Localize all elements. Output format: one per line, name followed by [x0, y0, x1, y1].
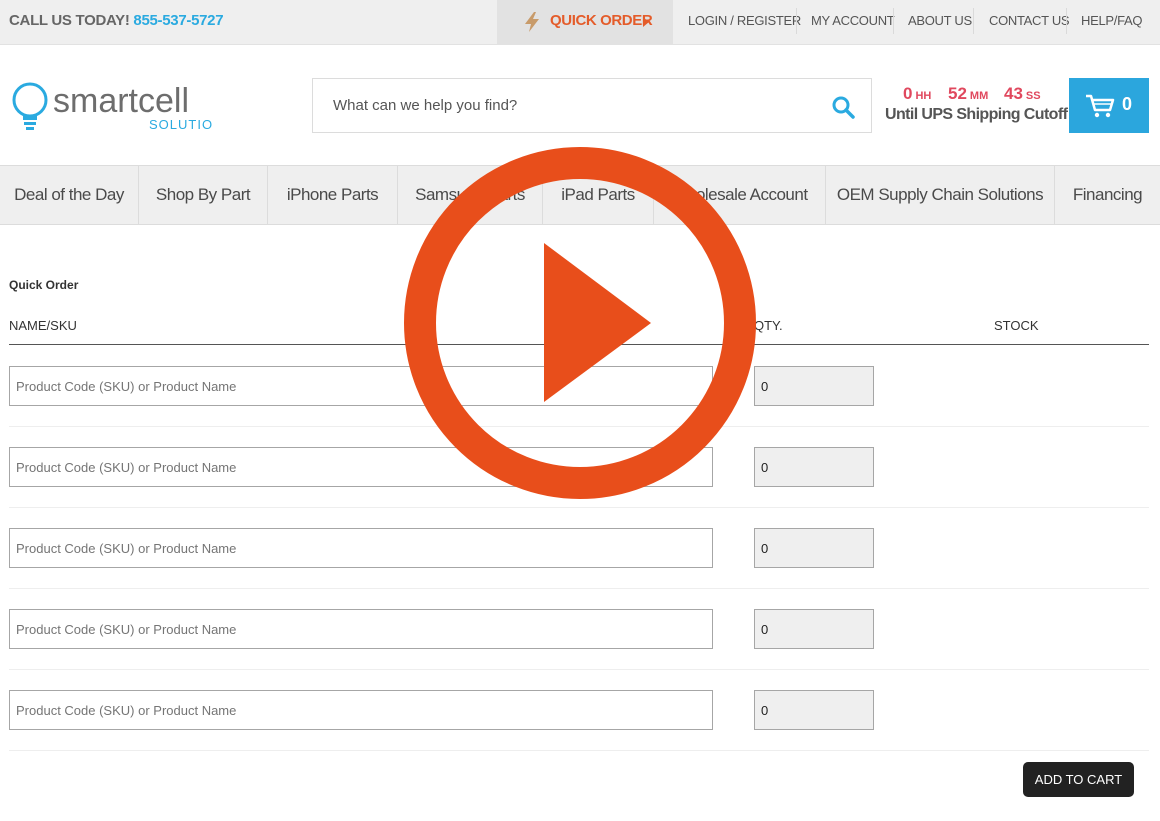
sku-input[interactable] [9, 528, 713, 568]
nav-oem-supply-chain[interactable]: OEM Supply Chain Solutions [826, 166, 1055, 224]
cart-button[interactable]: 0 [1069, 78, 1149, 133]
cart-icon [1086, 94, 1115, 118]
minutes-unit: MM [969, 90, 989, 102]
cart-count: 0 [1122, 94, 1133, 114]
help-faq-link[interactable]: HELP/FAQ [1081, 13, 1142, 28]
qty-input[interactable] [754, 366, 874, 406]
logo-wordmark: smartcell [53, 82, 189, 120]
call-us-label: CALL US TODAY! [9, 12, 130, 29]
seconds-value: 43 [1004, 84, 1023, 103]
qty-input[interactable] [754, 447, 874, 487]
stock-header: STOCK [994, 318, 1039, 333]
hours-unit: HH [915, 90, 932, 102]
my-account-link[interactable]: MY ACCOUNT [811, 13, 895, 28]
order-row [9, 589, 1149, 670]
quick-order-label: QUICK ORDER [550, 12, 653, 29]
add-to-cart-button[interactable]: ADD TO CART [1023, 762, 1134, 797]
seconds-unit: SS [1025, 90, 1041, 102]
smartcell-logo[interactable]: smartcell SOLUTIONS [12, 78, 212, 134]
qty-input[interactable] [754, 528, 874, 568]
nav-financing[interactable]: Financing [1055, 166, 1160, 224]
nav-iphone-parts[interactable]: iPhone Parts [268, 166, 398, 224]
search-bar [312, 78, 872, 133]
call-us: CALL US TODAY! 855-537-5727 [9, 12, 224, 29]
name-sku-header: NAME/SKU [9, 318, 77, 333]
divider [973, 8, 974, 34]
lightning-icon [525, 12, 539, 32]
about-us-link[interactable]: ABOUT US [908, 13, 972, 28]
shipping-cutoff-timer: 0 HH 52 MM 43 SS Until UPS Shipping Cutoff [885, 84, 1068, 128]
logo-tagline: SOLUTIONS [149, 117, 212, 132]
minutes-value: 52 [948, 84, 967, 103]
order-row [9, 508, 1149, 589]
play-icon[interactable] [403, 146, 757, 500]
divider [1066, 8, 1067, 34]
divider [796, 8, 797, 34]
search-icon[interactable] [831, 95, 855, 119]
quick-order-title: Quick Order [9, 278, 79, 292]
nav-shop-by-part[interactable]: Shop By Part [139, 166, 268, 224]
qty-header: QTY. [754, 318, 783, 333]
phone-link[interactable]: 855-537-5727 [133, 12, 223, 29]
hours-value: 0 [903, 84, 913, 103]
sku-input[interactable] [9, 609, 713, 649]
qty-input[interactable] [754, 609, 874, 649]
nav-deal-of-the-day[interactable]: Deal of the Day [0, 166, 139, 224]
cutoff-caption: Until UPS Shipping Cutoff [885, 106, 1068, 123]
divider [893, 8, 894, 34]
contact-us-link[interactable]: CONTACT US [989, 13, 1070, 28]
order-row [9, 670, 1149, 751]
sku-input[interactable] [9, 690, 713, 730]
quick-order-button[interactable]: QUICK ORDER [497, 0, 673, 44]
qty-input[interactable] [754, 690, 874, 730]
login-register-link[interactable]: LOGIN / REGISTER [688, 13, 801, 28]
search-input[interactable] [313, 79, 813, 132]
top-bar: CALL US TODAY! 855-537-5727 QUICK ORDER … [0, 0, 1160, 45]
caret-right-icon [643, 17, 649, 27]
